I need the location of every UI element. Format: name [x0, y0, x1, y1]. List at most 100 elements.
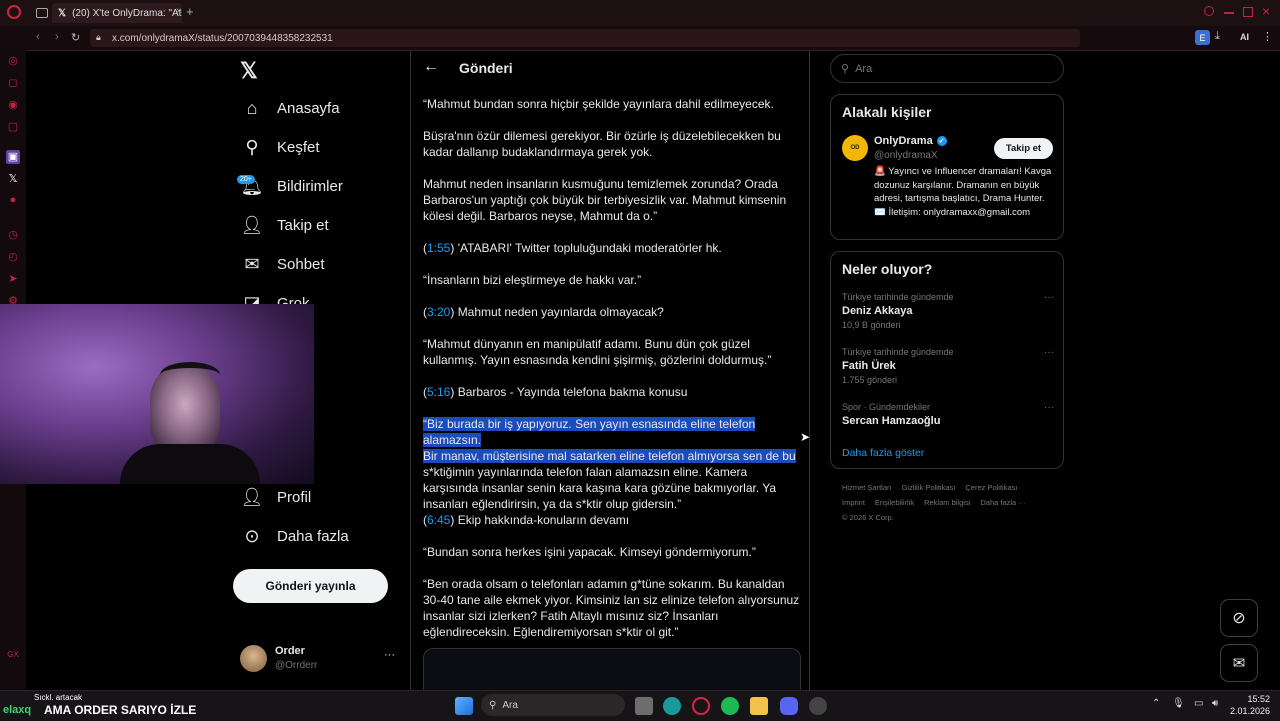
- forward-icon[interactable]: ›: [55, 31, 59, 43]
- trend-more-icon[interactable]: ···: [1044, 292, 1054, 303]
- messages-float-button[interactable]: ✉: [1220, 644, 1258, 682]
- opera-gx-icon[interactable]: [692, 697, 710, 715]
- footer-link[interactable]: Hizmet Şartları: [842, 483, 892, 492]
- post-text: s*ktiğimin yayınlarında telefon falan al…: [423, 465, 777, 511]
- tab-list-icon[interactable]: [36, 8, 48, 18]
- microphone-icon[interactable]: 🎙︎: [1172, 698, 1185, 709]
- nav-more[interactable]: ⊙ Daha fazla: [241, 522, 348, 550]
- more-icon: ⊙: [244, 525, 260, 546]
- post-paragraph: “Ben orada olsam o telefonları adamın g*…: [423, 577, 800, 639]
- footer-link[interactable]: Erişilebilirlik: [875, 498, 914, 507]
- download-icon[interactable]: ⤓: [1215, 30, 1220, 43]
- nav-notifications-label: Bildirimler: [277, 177, 343, 195]
- send-icon[interactable]: ➤: [6, 272, 20, 286]
- history-icon[interactable]: ◷: [6, 228, 20, 242]
- footer-link[interactable]: Çerez Politikası: [965, 483, 1017, 492]
- home-icon: ⌂: [246, 97, 258, 118]
- related-people-card: Alakalı kişiler OD OnlyDrama ✓ @onlydram…: [830, 94, 1064, 240]
- nav-home[interactable]: ⌂ Anasayfa: [241, 94, 340, 122]
- url-field[interactable]: 🔒︎ x.com/onlydramaX/status/2007039448358…: [90, 29, 1080, 47]
- spotify-icon[interactable]: [721, 697, 739, 715]
- post-paragraph: “Bundan sonra herkes işini yapacak. Kims…: [423, 545, 756, 559]
- account-more-icon[interactable]: ···: [384, 649, 395, 661]
- person-name[interactable]: OnlyDrama ✓: [874, 135, 947, 147]
- clock-date[interactable]: 2.01.2026: [1224, 706, 1270, 716]
- footer-link[interactable]: Imprint: [842, 498, 865, 507]
- search-input[interactable]: ⚲ Ara: [830, 54, 1064, 83]
- clock-time[interactable]: 15:52: [1234, 694, 1270, 704]
- avatar[interactable]: OD: [842, 135, 868, 161]
- discord-icon[interactable]: [780, 697, 798, 715]
- post-paragraph: Mahmut neden insanların kusmuğunu temizl…: [423, 177, 787, 223]
- timestamp-link[interactable]: 1:55: [427, 241, 450, 255]
- spotify-icon[interactable]: ●: [6, 194, 20, 208]
- task-view-icon[interactable]: [635, 697, 653, 715]
- nav-chat[interactable]: ✉ Sohbet: [241, 250, 324, 278]
- trends-card: Neler oluyor? Türkiye tarihinde gündemde…: [830, 251, 1064, 469]
- nav-profile[interactable]: 👤︎ Profil: [241, 483, 312, 511]
- nav-follow[interactable]: 👤︎ Takip et: [241, 211, 329, 239]
- footer-link[interactable]: Reklam bilgisi: [924, 498, 970, 507]
- gx-icon[interactable]: GX: [6, 650, 20, 664]
- extension-e-icon[interactable]: E: [1195, 30, 1210, 45]
- instagram-icon[interactable]: ◻: [6, 76, 20, 90]
- maximize-icon[interactable]: [1243, 7, 1253, 17]
- browser-tab-active[interactable]: 𝕏 (20) X'te OnlyDrama: "Ata: [52, 3, 182, 23]
- menu-icon[interactable]: ⋮: [1262, 30, 1273, 43]
- close-tab-icon[interactable]: ×: [176, 6, 182, 17]
- post-paragraph: (5:16) Barbaros - Yayında telefona bakma…: [423, 384, 801, 400]
- trend-meta: Spor · Gündemdekiler: [842, 402, 931, 412]
- grok-float-button[interactable]: ⊘: [1220, 599, 1258, 637]
- x-logo-icon[interactable]: 𝕏: [240, 58, 258, 84]
- taskbar-search[interactable]: ⚲ Ara: [481, 694, 625, 716]
- browser-tab-bar: 𝕏 (20) X'te OnlyDrama: "Ata × + ×: [0, 0, 1280, 26]
- account-switcher[interactable]: Order @Orrderr ···: [240, 643, 400, 673]
- steam-icon[interactable]: [809, 697, 827, 715]
- trend-more-icon[interactable]: ···: [1044, 402, 1054, 413]
- nav-notifications[interactable]: 🔔︎ Bildirimler: [241, 172, 343, 200]
- trend-item[interactable]: Türkiye tarihinde gündemde Deniz Akkaya …: [842, 292, 1054, 330]
- post-button[interactable]: Gönderi yayınla: [233, 569, 388, 603]
- twitch-icon[interactable]: ▣: [6, 150, 20, 164]
- post-media[interactable]: [423, 648, 801, 690]
- telegram-icon[interactable]: ▢: [6, 120, 20, 134]
- start-icon[interactable]: [455, 697, 473, 715]
- volume-icon[interactable]: 🔊︎: [1212, 698, 1218, 709]
- trend-name: Sercan Hamzaoğlu: [842, 415, 941, 427]
- search-placeholder: Ara: [855, 62, 873, 75]
- file-explorer-icon[interactable]: [750, 697, 768, 715]
- url-text: x.com/onlydramaX/status/2007039448358232…: [112, 32, 333, 44]
- timestamp-link[interactable]: 5:16: [427, 385, 450, 399]
- network-icon[interactable]: ▭: [1194, 698, 1203, 709]
- back-icon[interactable]: ‹: [36, 31, 40, 43]
- show-more-link[interactable]: Daha fazla göster: [842, 447, 924, 459]
- copyright: © 2026 X Corp.: [842, 513, 894, 522]
- minimize-icon[interactable]: [1224, 12, 1234, 14]
- opera-logo-icon[interactable]: [7, 5, 21, 19]
- selected-text: “Biz burada bir iş yapıyoruz. Sen yayın …: [423, 417, 756, 447]
- new-tab-icon[interactable]: +: [186, 4, 194, 19]
- timestamp-link[interactable]: 3:20: [427, 305, 450, 319]
- x-sidebar-icon[interactable]: 𝕏: [6, 172, 20, 186]
- trend-item[interactable]: Spor · Gündemdekiler Sercan Hamzaoğlu ··…: [842, 402, 1054, 427]
- edge-icon[interactable]: [663, 697, 681, 715]
- whatsapp-icon[interactable]: ◉: [6, 98, 20, 112]
- footer-link[interactable]: Daha fazla ···: [980, 498, 1025, 507]
- browser-address-bar: ‹ › ↻ 🔒︎ x.com/onlydramaX/status/2007039…: [0, 26, 1280, 51]
- tray-chevron-icon[interactable]: ⌃: [1152, 698, 1160, 709]
- footer-link[interactable]: Gizlilik Politikası: [902, 483, 956, 492]
- timestamp-link[interactable]: 6:45: [427, 513, 450, 527]
- back-arrow-icon[interactable]: ←: [423, 58, 439, 76]
- ai-label[interactable]: AI: [1240, 32, 1249, 42]
- follow-button[interactable]: Takip et: [994, 138, 1053, 159]
- notification-badge: 20+: [237, 175, 255, 184]
- messenger-icon[interactable]: ◎: [6, 54, 20, 68]
- search-tabs-icon[interactable]: [1204, 6, 1214, 16]
- close-window-icon[interactable]: ×: [1262, 3, 1270, 19]
- trend-more-icon[interactable]: ···: [1044, 347, 1054, 358]
- trend-item[interactable]: Türkiye tarihinde gündemde Fatih Ürek 1.…: [842, 347, 1054, 385]
- clock-icon[interactable]: ◴: [6, 250, 20, 264]
- nav-explore[interactable]: ⚲ Keşfet: [241, 133, 319, 161]
- search-icon: ⚲: [245, 136, 259, 157]
- reload-icon[interactable]: ↻: [71, 31, 80, 44]
